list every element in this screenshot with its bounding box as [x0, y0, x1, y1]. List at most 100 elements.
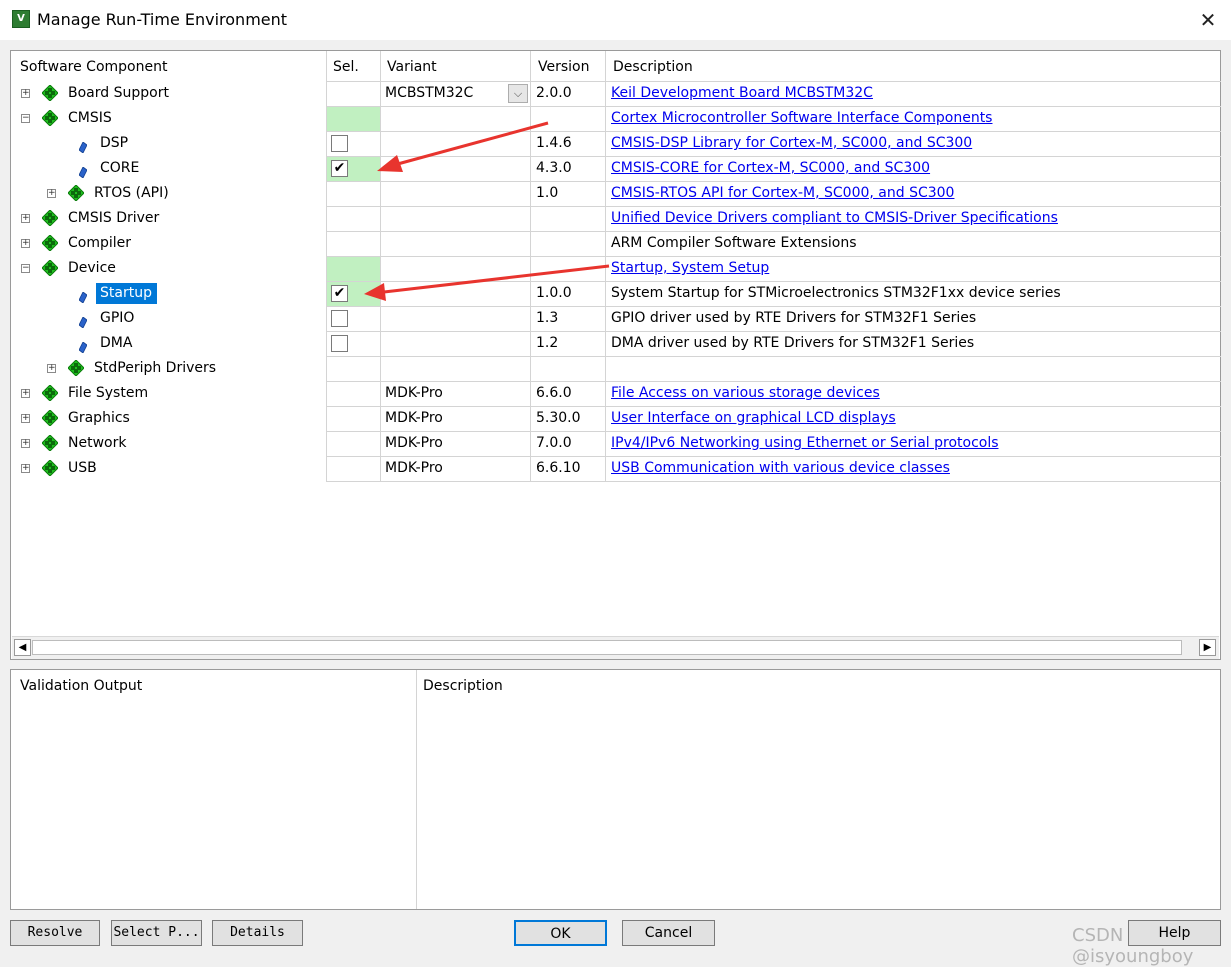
component-class-icon: [41, 384, 59, 402]
description-cell[interactable]: CMSIS-CORE for Cortex-M, SC000, and SC30…: [611, 156, 930, 181]
description-cell[interactable]: Cortex Microcontroller Software Interfac…: [611, 106, 992, 131]
component-class-icon: [41, 434, 59, 452]
tree-row[interactable]: + USB: [11, 456, 326, 481]
component-icon: [78, 287, 88, 304]
component-label: CMSIS Driver: [68, 210, 160, 226]
tree-row[interactable]: + CMSIS Driver: [11, 206, 326, 231]
component-label: RTOS (API): [94, 185, 169, 201]
tree-row[interactable]: CORE: [11, 156, 326, 181]
version-cell: 1.0.0: [536, 285, 572, 301]
component-label: StdPeriph Drivers: [94, 360, 217, 376]
arrow-line: [393, 121, 549, 167]
description-cell[interactable]: IPv4/IPv6 Networking using Ethernet or S…: [611, 431, 999, 456]
chevron-down-icon[interactable]: ⌵: [508, 84, 528, 103]
select-checkbox[interactable]: [331, 335, 348, 352]
validation-output-header: Validation Output: [20, 678, 143, 694]
grid-line: [380, 51, 381, 482]
tree-row[interactable]: DSP: [11, 131, 326, 156]
tree-row[interactable]: + RTOS (API): [11, 181, 326, 206]
component-class-icon: [41, 84, 59, 102]
expand-icon[interactable]: +: [21, 414, 30, 423]
ok-button[interactable]: OK: [514, 920, 607, 946]
version-cell: 5.30.0: [536, 410, 581, 426]
description-cell[interactable]: CMSIS-DSP Library for Cortex-M, SC000, a…: [611, 131, 972, 156]
tree-row[interactable]: − CMSIS: [11, 106, 326, 131]
arrow-line: [383, 264, 610, 294]
expand-icon[interactable]: +: [21, 214, 30, 223]
version-cell: 1.3: [536, 310, 559, 326]
select-checkbox[interactable]: ✔: [331, 285, 348, 302]
component-class-icon: [41, 234, 59, 252]
description-cell[interactable]: User Interface on graphical LCD displays: [611, 406, 896, 431]
tree-row[interactable]: Startup: [11, 281, 326, 306]
component-class-icon: [41, 409, 59, 427]
component-label: Network: [68, 435, 127, 451]
collapse-icon[interactable]: −: [21, 114, 30, 123]
component-class-icon: [41, 209, 59, 227]
component-icon: [78, 312, 88, 329]
grid-line: [326, 256, 1221, 257]
version-cell: 7.0.0: [536, 435, 572, 451]
version-cell: 2.0.0: [536, 85, 572, 101]
close-button[interactable]: ✕: [1185, 0, 1231, 40]
description-cell[interactable]: CMSIS-RTOS API for Cortex-M, SC000, and …: [611, 181, 954, 206]
description-cell: GPIO driver used by RTE Drivers for STM3…: [611, 310, 977, 326]
select-checkbox[interactable]: ✔: [331, 160, 348, 177]
expand-icon[interactable]: +: [47, 189, 56, 198]
scroll-left-icon[interactable]: ◀: [14, 639, 31, 656]
version-cell: 4.3.0: [536, 160, 572, 176]
component-class-icon: [67, 184, 85, 202]
header-variant[interactable]: Variant: [387, 51, 437, 80]
tree-row[interactable]: DMA: [11, 331, 326, 356]
tree-row[interactable]: + Compiler: [11, 231, 326, 256]
tree-row[interactable]: + StdPeriph Drivers: [11, 356, 326, 381]
component-label: Graphics: [68, 410, 130, 426]
header-version[interactable]: Version: [538, 51, 589, 80]
expand-icon[interactable]: +: [21, 389, 30, 398]
scroll-right-icon[interactable]: ▶: [1199, 639, 1216, 656]
version-cell: 6.6.10: [536, 460, 581, 476]
expand-icon[interactable]: +: [21, 239, 30, 248]
expand-icon[interactable]: +: [21, 439, 30, 448]
tree-row[interactable]: + Graphics: [11, 406, 326, 431]
select-checkbox[interactable]: [331, 310, 348, 327]
description-cell[interactable]: USB Communication with various device cl…: [611, 456, 950, 481]
tree-row[interactable]: + Board Support: [11, 81, 326, 106]
component-label: Startup: [96, 283, 157, 304]
description-cell[interactable]: Startup, System Setup: [611, 256, 769, 281]
grid-line: [326, 481, 1221, 482]
scrollbar-thumb[interactable]: [32, 640, 1182, 655]
resolve-button[interactable]: Resolve: [10, 920, 100, 946]
header-software-component[interactable]: Software Component: [20, 51, 167, 80]
component-label: CMSIS: [68, 110, 112, 126]
component-icon: [78, 137, 88, 154]
expand-icon[interactable]: +: [47, 364, 56, 373]
select-packs-button[interactable]: Select P...: [111, 920, 202, 946]
expand-icon[interactable]: +: [21, 464, 30, 473]
app-icon: V: [12, 10, 30, 28]
component-label: DSP: [100, 135, 129, 151]
description-cell[interactable]: File Access on various storage devices: [611, 381, 880, 406]
component-class-icon: [41, 259, 59, 277]
description-cell[interactable]: Unified Device Drivers compliant to CMSI…: [611, 206, 1058, 231]
version-cell: 1.0: [536, 185, 559, 201]
expand-icon[interactable]: +: [21, 89, 30, 98]
tree-row[interactable]: + File System: [11, 381, 326, 406]
description-cell[interactable]: Keil Development Board MCBSTM32C: [611, 81, 873, 106]
details-button[interactable]: Details: [212, 920, 303, 946]
tree-row[interactable]: GPIO: [11, 306, 326, 331]
variant-cell: MDK-Pro: [385, 435, 443, 451]
tree-row[interactable]: − Device: [11, 256, 326, 281]
horizontal-scrollbar[interactable]: ◀ ▶: [12, 636, 1219, 659]
header-sel[interactable]: Sel.: [333, 51, 359, 80]
description-cell: System Startup for STMicroelectronics ST…: [611, 285, 1061, 301]
collapse-icon[interactable]: −: [21, 264, 30, 273]
tree-row[interactable]: + Network: [11, 431, 326, 456]
component-class-icon: [67, 359, 85, 377]
description-cell: DMA driver used by RTE Drivers for STM32…: [611, 335, 975, 351]
cancel-button[interactable]: Cancel: [622, 920, 715, 946]
description-cell: ARM Compiler Software Extensions: [611, 235, 857, 251]
select-checkbox[interactable]: [331, 135, 348, 152]
header-description[interactable]: Description: [613, 51, 693, 80]
validation-description-header: Description: [423, 678, 503, 694]
